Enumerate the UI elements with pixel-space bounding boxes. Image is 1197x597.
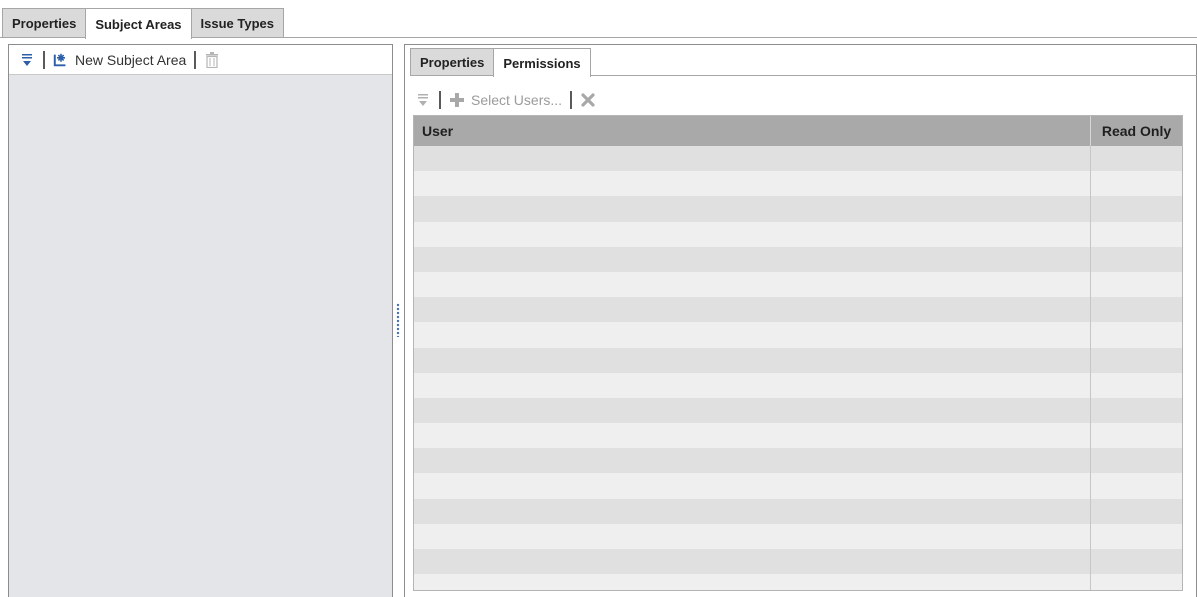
- table-row: [414, 423, 1182, 449]
- new-subject-area-label: New Subject Area: [75, 51, 187, 68]
- main-tab-bar: Properties Subject Areas Issue Types: [2, 8, 285, 39]
- toolbar-separator: [43, 50, 45, 69]
- tab-permissions[interactable]: Permissions: [493, 48, 591, 77]
- trash-icon[interactable]: [204, 51, 220, 68]
- select-users-button[interactable]: Select Users...: [449, 92, 562, 108]
- select-users-label: Select Users...: [471, 92, 563, 108]
- permissions-toolbar: Select Users...: [415, 88, 596, 112]
- table-row: [414, 549, 1182, 575]
- delete-x-icon[interactable]: [580, 92, 596, 108]
- left-toolbar: New Subject Area: [9, 45, 392, 75]
- table-row: [414, 397, 1182, 424]
- filter-icon[interactable]: [19, 52, 35, 68]
- filter-icon[interactable]: [415, 92, 431, 108]
- table-row: [414, 498, 1182, 524]
- toolbar-separator: [194, 50, 197, 69]
- tab-details-properties[interactable]: Properties: [410, 48, 495, 76]
- new-subject-area-icon: [53, 52, 69, 68]
- table-row: [414, 271, 1182, 298]
- table-row: [414, 322, 1182, 348]
- details-tab-bar: Properties Permissions: [410, 48, 591, 77]
- table-row: [414, 473, 1182, 499]
- table-row: [414, 196, 1182, 222]
- table-body: [414, 146, 1182, 590]
- column-header-read-only[interactable]: Read Only: [1091, 116, 1182, 146]
- column-header-user[interactable]: User: [414, 116, 1091, 146]
- tab-issue-types[interactable]: Issue Types: [190, 8, 285, 38]
- toolbar-separator: [570, 91, 573, 109]
- tab-subject-areas[interactable]: Subject Areas: [85, 8, 192, 39]
- table-row: [414, 146, 1182, 172]
- table-row: [414, 347, 1182, 373]
- table-header: User Read Only: [414, 116, 1182, 146]
- table-row: [414, 246, 1182, 272]
- details-panel: Properties Permissions Select Users... U…: [404, 44, 1197, 597]
- subject-area-list-panel: New Subject Area: [8, 44, 393, 597]
- table-row: [414, 297, 1182, 323]
- table-row: [414, 574, 1182, 590]
- toolbar-separator: [439, 91, 441, 109]
- permissions-table: User Read Only: [413, 115, 1183, 591]
- table-row: [414, 171, 1182, 197]
- plus-icon: [449, 92, 465, 108]
- panel-splitter-handle[interactable]: [396, 303, 400, 337]
- table-row: [414, 372, 1182, 398]
- table-row: [414, 221, 1182, 247]
- new-subject-area-button[interactable]: New Subject Area: [53, 52, 186, 68]
- table-row: [414, 523, 1182, 549]
- tab-properties[interactable]: Properties: [2, 8, 87, 38]
- table-row: [414, 448, 1182, 474]
